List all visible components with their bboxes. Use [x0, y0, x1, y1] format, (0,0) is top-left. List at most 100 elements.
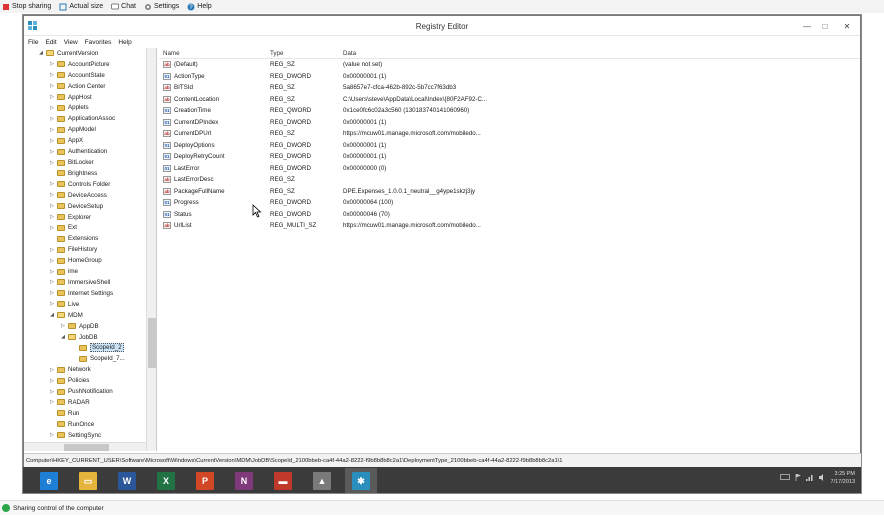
expand-arrow-icon[interactable]: ▷ — [49, 203, 55, 209]
expand-arrow-icon[interactable]: ▷ — [49, 367, 55, 373]
taskbar-excel-button[interactable]: X — [150, 468, 182, 493]
tree-item[interactable]: ▷ FileHistory — [24, 244, 146, 255]
tree-item[interactable]: ▷ AppX — [24, 135, 146, 146]
taskbar-explorer-button[interactable]: ▭ — [72, 468, 104, 493]
value-row[interactable]: ab LastErrorDesc REG_SZ — [159, 174, 860, 186]
expand-arrow-icon[interactable]: ▷ — [49, 290, 55, 296]
tree-item[interactable]: ▷ ImmersiveShell — [24, 277, 146, 288]
column-name-header[interactable]: Name — [159, 50, 270, 57]
close-button[interactable]: ✕ — [834, 16, 860, 36]
help-button[interactable]: ? Help — [187, 3, 212, 11]
value-row[interactable]: 01 CreationTime REG_QWORD 0x1ce0fc6c02a3c56… — [159, 105, 860, 117]
expand-arrow-icon[interactable]: ▷ — [49, 432, 55, 438]
keyboard-icon[interactable] — [779, 474, 790, 482]
value-row[interactable]: 01 DeployRetryCount REG_DWORD 0x00000001 (1… — [159, 151, 860, 163]
value-row[interactable]: ab BITSId REG_SZ 5a8657e7-cfca-462b-892c-5b… — [159, 82, 860, 94]
value-row[interactable]: ab PackageFullName REG_SZ DPE.Expenses_1.0.… — [159, 186, 860, 198]
tree-item[interactable]: ◢ JobDB — [24, 332, 146, 343]
column-data-header[interactable]: Data — [343, 50, 860, 57]
menu-edit[interactable]: Edit — [45, 39, 56, 46]
taskbar-word-button[interactable]: W — [111, 468, 143, 493]
tree-item[interactable]: ▷ SettingSync — [24, 430, 146, 441]
taskbar-briefcase-button[interactable]: ▬ — [267, 468, 299, 493]
expand-arrow-icon[interactable]: ▷ — [60, 323, 66, 329]
tree-item[interactable]: Brightness — [24, 168, 146, 179]
expand-arrow-icon[interactable]: ▷ — [49, 301, 55, 307]
tree-item[interactable]: ▷ BitLocker — [24, 157, 146, 168]
taskbar-wizard-button[interactable]: ▲ — [306, 468, 338, 493]
minimize-button[interactable]: — — [798, 16, 816, 36]
taskbar-powerpoint-button[interactable]: P — [189, 468, 221, 493]
expand-arrow-icon[interactable]: ▷ — [49, 378, 55, 384]
expand-arrow-icon[interactable]: ▷ — [49, 61, 55, 67]
value-row[interactable]: ab (Default) REG_SZ (value not set) — [159, 59, 860, 71]
tree-item[interactable]: ▷ DeviceSetup — [24, 201, 146, 212]
tree-item[interactable]: ▷ Policies — [24, 375, 146, 386]
expand-arrow-icon[interactable]: ▷ — [49, 247, 55, 253]
volume-icon[interactable] — [818, 473, 826, 483]
tree-item[interactable]: ▷ AppDB — [24, 321, 146, 332]
tree-item[interactable]: ▷ Ext — [24, 223, 146, 234]
value-row[interactable]: 01 ActionType REG_DWORD 0x00000001 (1) — [159, 71, 860, 83]
tree-horizontal-scrollbar[interactable] — [24, 442, 146, 451]
expand-arrow-icon[interactable]: ▷ — [49, 192, 55, 198]
clock[interactable]: 3:25 PM 7/17/2013 — [831, 470, 855, 486]
tree-item[interactable]: ▷ ApplicationAssoc — [24, 113, 146, 124]
actual-size-button[interactable]: Actual size — [59, 3, 103, 11]
expand-arrow-icon[interactable]: ▷ — [49, 149, 55, 155]
expand-arrow-icon[interactable]: ◢ — [38, 50, 44, 56]
network-icon[interactable] — [805, 474, 814, 483]
expand-arrow-icon[interactable]: ▷ — [49, 269, 55, 275]
tree-item[interactable]: ▷ DeviceAccess — [24, 190, 146, 201]
tree-item[interactable]: ▷ HomeGroup — [24, 255, 146, 266]
expand-arrow-icon[interactable]: ▷ — [49, 127, 55, 133]
value-row[interactable]: 01 CurrentDPIndex REG_DWORD 0x00000001 (1) — [159, 117, 860, 129]
tree-hscroll-thumb[interactable] — [64, 444, 109, 451]
expand-arrow-icon[interactable]: ▷ — [49, 258, 55, 264]
menu-view[interactable]: View — [64, 39, 78, 46]
values-pane[interactable]: Name Type Data ab (Default) REG_SZ (value n… — [159, 48, 860, 451]
tree-item[interactable]: ▷ Internet Settings — [24, 288, 146, 299]
expand-arrow-icon[interactable]: ▷ — [49, 94, 55, 100]
tree-scroll-thumb[interactable] — [148, 318, 156, 368]
tree-item[interactable]: ScopeId_2 — [24, 342, 146, 353]
expand-arrow-icon[interactable]: ▷ — [49, 116, 55, 122]
tree-item[interactable]: ◢ CurrentVersion — [24, 48, 146, 59]
tree-item[interactable]: ▷ RADAR — [24, 397, 146, 408]
expand-arrow-icon[interactable]: ▷ — [49, 83, 55, 89]
expand-arrow-icon[interactable]: ▷ — [49, 105, 55, 111]
expand-arrow-icon[interactable]: ▷ — [49, 138, 55, 144]
tree-item[interactable]: ▷ Explorer — [24, 212, 146, 223]
value-row[interactable]: ab UrlList REG_MULTI_SZ https://mcuw01.mana… — [159, 220, 860, 232]
value-row[interactable]: 01 DeployOptions REG_DWORD 0x00000001 (1) — [159, 140, 860, 152]
stop-sharing-button[interactable]: Stop sharing — [2, 3, 51, 11]
tree-item[interactable]: ▷ AppHost — [24, 92, 146, 103]
expand-arrow-icon[interactable]: ▷ — [49, 399, 55, 405]
value-row[interactable]: ab ContentLocation REG_SZ C:\Users\steve\Ap… — [159, 94, 860, 106]
tree-item[interactable]: ▷ AccountState — [24, 70, 146, 81]
title-bar[interactable]: Registry Editor — □ ✕ — [24, 16, 860, 36]
tree-item[interactable]: Run — [24, 408, 146, 419]
tree-item[interactable]: ▷ Applets — [24, 103, 146, 114]
tree-item[interactable]: ▷ Network — [24, 364, 146, 375]
menu-help[interactable]: Help — [118, 39, 131, 46]
taskbar-onenote-button[interactable]: N — [228, 468, 260, 493]
tree-item[interactable]: ▷ AppModel — [24, 124, 146, 135]
expand-arrow-icon[interactable]: ▷ — [49, 181, 55, 187]
expand-arrow-icon[interactable]: ▷ — [49, 72, 55, 78]
menu-file[interactable]: File — [28, 39, 38, 46]
column-type-header[interactable]: Type — [270, 50, 343, 57]
flag-icon[interactable] — [795, 473, 801, 483]
tree-item[interactable]: Extensions — [24, 233, 146, 244]
expand-arrow-icon[interactable]: ▷ — [49, 389, 55, 395]
tree-item[interactable]: ▷ PushNotification — [24, 386, 146, 397]
tree-item[interactable]: ▷ Controls Folder — [24, 179, 146, 190]
menu-favorites[interactable]: Favorites — [85, 39, 112, 46]
expand-arrow-icon[interactable]: ▷ — [49, 214, 55, 220]
tree-item[interactable]: ▷ ime — [24, 266, 146, 277]
value-row[interactable]: ab CurrentDPUrl REG_SZ https://mcuw01.manag… — [159, 128, 860, 140]
expand-arrow-icon[interactable]: ▷ — [49, 225, 55, 231]
expand-arrow-icon[interactable]: ▷ — [49, 279, 55, 285]
maximize-button[interactable]: □ — [816, 16, 834, 36]
tree-item[interactable]: ▷ AccountPicture — [24, 59, 146, 70]
